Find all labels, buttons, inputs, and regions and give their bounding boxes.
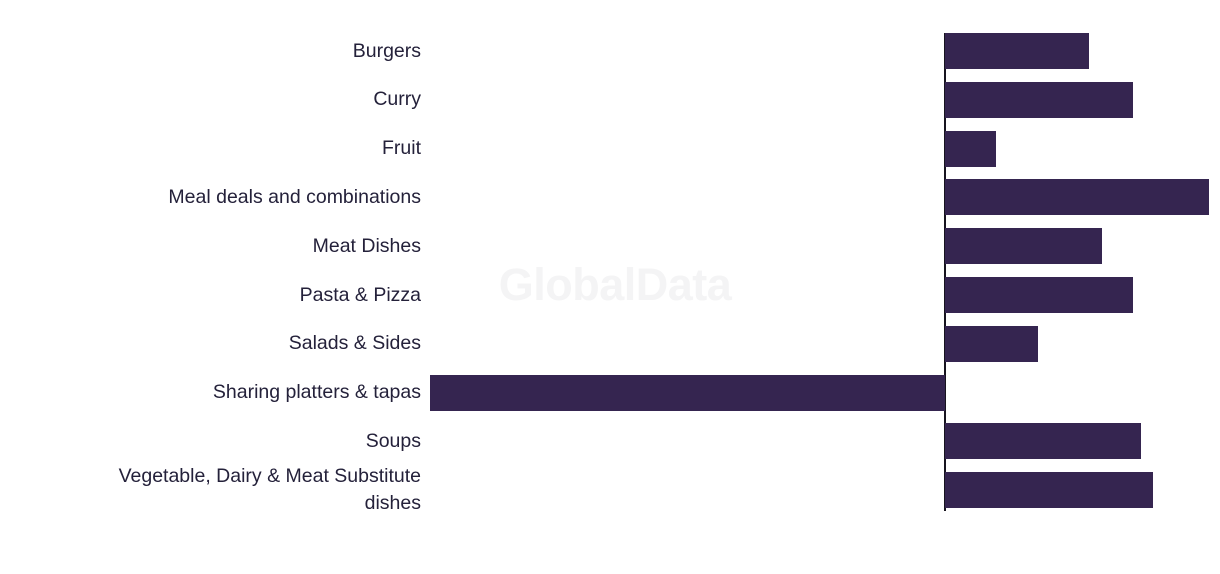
bar (944, 277, 1133, 313)
category-label: Fruit (382, 137, 421, 160)
bar (944, 130, 997, 167)
category-label: Salads & Sides (288, 332, 421, 355)
bar (944, 179, 1210, 216)
category-label: Pasta & Pizza (299, 283, 421, 306)
bar (944, 228, 1103, 265)
category-label: Sharing platters & tapas (212, 381, 421, 404)
plot-area: Burgers Curry Fruit Meal deals and combinat… (0, 0, 1220, 574)
category-label: Vegetable, Dairy & Meat Substitute dishe… (118, 465, 421, 515)
bar (944, 325, 1038, 362)
bar (944, 423, 1142, 460)
bar (944, 472, 1154, 509)
bar (430, 374, 945, 411)
category-label: Curry (373, 88, 421, 111)
bar (944, 33, 1089, 69)
bar (944, 81, 1133, 118)
horizontal-bar-chart: GlobalData Burgers Curry Fruit Meal deals a… (0, 0, 1220, 574)
category-label: Soups (365, 429, 421, 452)
category-label: Meat Dishes (312, 234, 421, 257)
category-label: Burgers (352, 39, 421, 62)
category-label: Meal deals and combinations (168, 185, 421, 208)
